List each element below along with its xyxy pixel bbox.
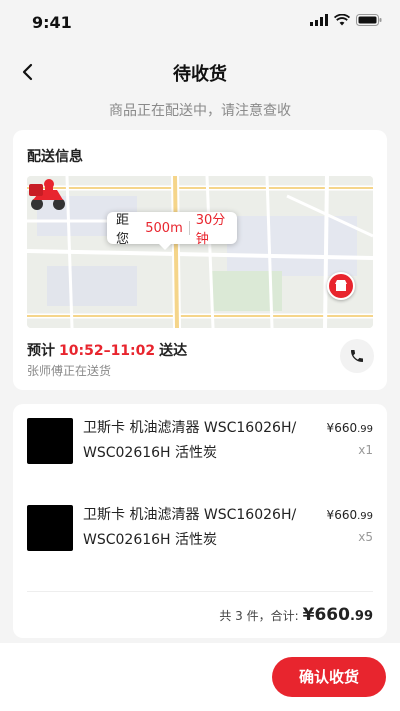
product-name: 卫斯卡 机油滤清器 WSC16026H/ WSC02616H 活性炭 [83,420,297,461]
confirm-receipt-button[interactable]: 确认收货 [272,657,386,697]
distance-bubble: 距您 500m 30分钟 [107,212,237,250]
product-quantity: x5 [358,530,373,544]
phone-icon [351,350,363,362]
page-title: 待收货 [173,64,227,85]
goods-card: 卫斯卡 机油滤清器 WSC16026H/ WSC02616H 活性炭 ¥660.… [13,404,387,638]
store-pin-icon [327,272,355,300]
remaining-time: 30分钟 [195,213,226,247]
nav-bar: 待收货 [0,52,400,92]
product-name: 卫斯卡 机油滤清器 WSC16026H/ WSC02616H 活性炭 [83,507,297,548]
eta-prefix: 预计 [27,343,55,359]
product-image [27,418,73,464]
price-integer: 660 [334,508,358,522]
map-background [27,176,373,328]
status-time: 9:41 [32,13,72,32]
product-quantity: x1 [358,443,373,457]
status-bar: 9:41 [0,0,400,44]
eta-time: 10:52–11:02 [59,343,156,359]
total-decimal: .99 [349,609,373,624]
total-symbol: ¥ [302,605,315,625]
courier-status: 张师傅正在送货 [27,364,112,378]
product-item[interactable]: 卫斯卡 机油滤清器 WSC16026H/ WSC02616H 活性炭 ¥660.… [27,408,373,464]
product-price: ¥660.99 [327,421,373,435]
total-integer: 660 [314,605,350,625]
distance-value: 500m [145,220,183,236]
call-courier-button[interactable] [340,339,374,373]
delivery-map[interactable]: 距您 500m 30分钟 [27,176,373,328]
status-icons [310,14,382,26]
eta-suffix: 送达 [159,343,188,359]
delivery-section-title: 配送信息 [27,149,83,165]
distance-prefix: 距您 [116,213,130,247]
price-decimal: .99 [357,424,373,435]
page-subtitle: 商品正在配送中，请注意查收 [109,103,291,119]
bubble-divider [188,221,190,235]
total-amount: ¥660.99 [303,605,373,625]
price-integer: 660 [334,421,358,435]
bubble-tail [159,244,171,250]
price-decimal: .99 [357,511,373,522]
product-price: ¥660.99 [327,508,373,522]
eta-text: 预计 10:52–11:02 送达 [27,340,187,360]
battery-icon [356,14,382,26]
store-glyph [335,280,347,291]
divider [27,591,373,592]
item-count-text: 共 3 件，合计: [219,609,299,623]
signal-icon [310,14,328,26]
delivery-info-card: 配送信息 距您 500m 30分钟 预计 10:52–11:02 送达 张师傅正… [13,130,387,390]
delivery-rider-icon [29,179,65,210]
bottom-action-bar: 确认收货 [0,643,400,711]
wifi-icon [334,14,350,26]
product-image [27,505,73,551]
order-total: 共 3 件，合计: ¥660.99 [219,605,373,625]
product-item[interactable]: 卫斯卡 机油滤清器 WSC16026H/ WSC02616H 活性炭 ¥660.… [27,495,373,551]
